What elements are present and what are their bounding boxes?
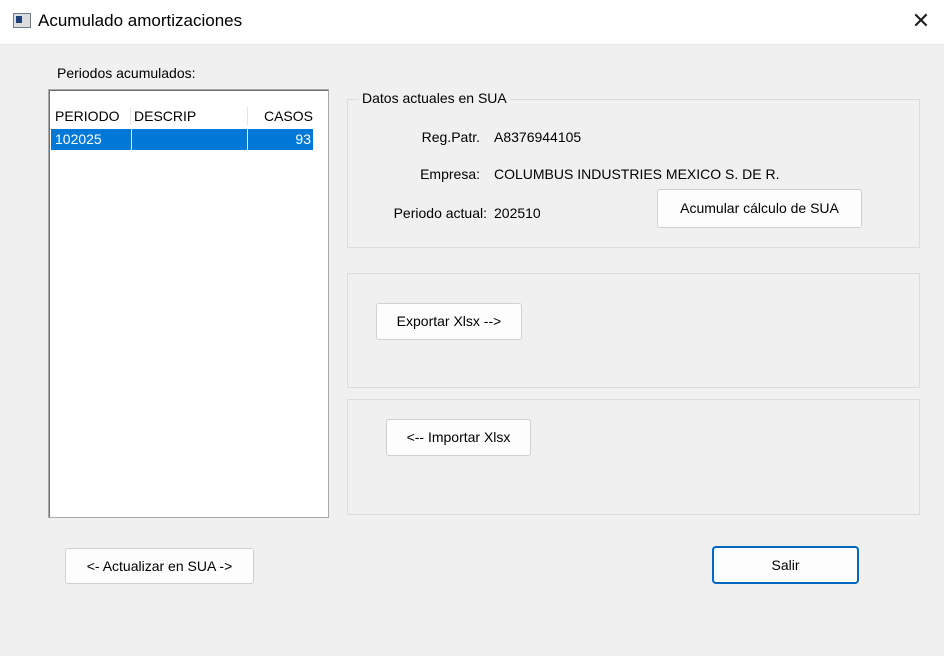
cell-periodo: 102025 xyxy=(55,131,102,147)
periods-label: Periodos acumulados: xyxy=(57,65,196,81)
column-separator[interactable] xyxy=(130,107,131,125)
acumular-calculo-button[interactable]: Acumular cálculo de SUA xyxy=(657,189,862,228)
exportar-xlsx-button[interactable]: Exportar Xlsx --> xyxy=(376,303,522,340)
empresa-label: Empresa: xyxy=(420,166,480,182)
app-window-icon xyxy=(13,13,31,28)
close-icon[interactable]: ✕ xyxy=(904,6,938,38)
cell-casos: 93 xyxy=(295,131,311,147)
importar-xlsx-button[interactable]: <-- Importar Xlsx xyxy=(386,419,531,456)
list-header: PERIODO DESCRIP CASOS xyxy=(51,107,326,126)
column-header-periodo[interactable]: PERIODO xyxy=(55,107,131,126)
import-group xyxy=(347,399,920,515)
empresa-value: COLUMBUS INDUSTRIES MEXICO S. DE R. xyxy=(494,166,780,182)
cell-descrip xyxy=(134,129,244,150)
periods-listview[interactable]: PERIODO DESCRIP CASOS 102025 93 xyxy=(48,89,329,518)
column-header-descrip[interactable]: DESCRIP xyxy=(134,107,244,126)
periodo-actual-value: 202510 xyxy=(494,205,541,221)
periodo-actual-label: Periodo actual: xyxy=(393,205,487,221)
reg-patr-label: Reg.Patr. xyxy=(421,129,480,145)
salir-button[interactable]: Salir xyxy=(712,546,859,584)
cell-divider xyxy=(131,129,132,150)
window-title: Acumulado amortizaciones xyxy=(38,11,243,30)
title-bar: Acumulado amortizaciones ✕ xyxy=(0,0,944,45)
column-header-casos[interactable]: CASOS xyxy=(251,107,313,126)
actualizar-en-sua-button[interactable]: <- Actualizar en SUA -> xyxy=(65,548,254,584)
cell-divider xyxy=(247,129,248,150)
table-row[interactable]: 102025 93 xyxy=(51,129,313,150)
reg-patr-value: A8376944105 xyxy=(494,129,582,145)
datos-sua-legend: Datos actuales en SUA xyxy=(359,90,510,106)
dialog-body: Periodos acumulados: PERIODO DESCRIP CAS… xyxy=(0,45,944,656)
column-separator[interactable] xyxy=(247,107,248,125)
